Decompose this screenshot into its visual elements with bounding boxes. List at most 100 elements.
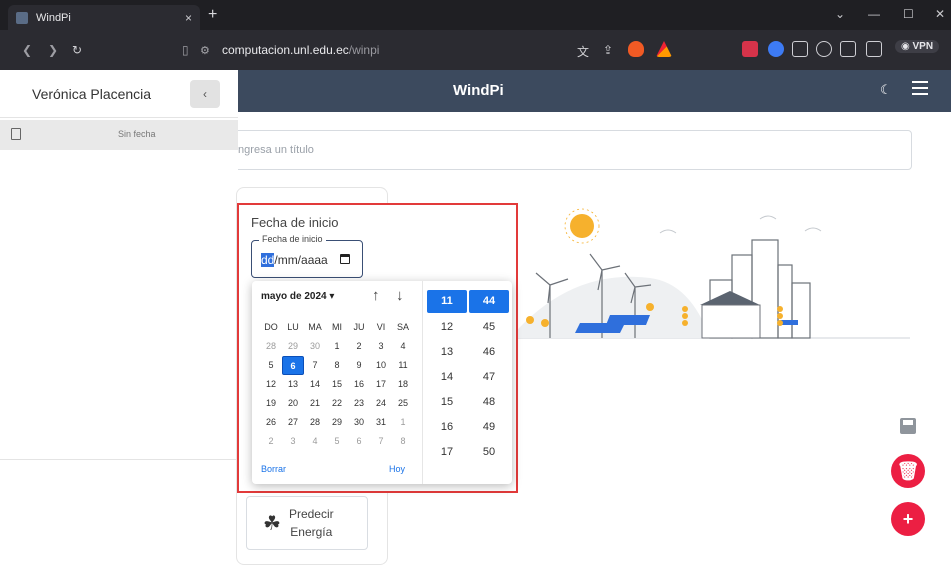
calendar-day[interactable]: 15	[326, 375, 348, 394]
calendar-day[interactable]: 23	[348, 394, 370, 413]
tab-title: WindPi	[36, 11, 71, 24]
calendar-day[interactable]: 4	[304, 432, 326, 451]
calendar-day[interactable]: 29	[326, 413, 348, 432]
calendar-day[interactable]: 2	[348, 337, 370, 356]
sidebar-note-item[interactable]: Sin fecha	[0, 120, 238, 150]
calendar-day[interactable]: 28	[260, 337, 282, 356]
calendar-day[interactable]: 31	[370, 413, 392, 432]
theme-toggle-icon[interactable]: ☾	[880, 82, 892, 98]
next-month-icon[interactable]: ↓	[396, 287, 404, 304]
hour-option[interactable]: 11	[427, 290, 467, 313]
hour-option[interactable]: 17	[427, 440, 467, 465]
calendar-day[interactable]: 2	[260, 432, 282, 451]
calendar-day[interactable]: 29	[282, 337, 304, 356]
minimize-icon[interactable]: —	[868, 7, 880, 21]
tab-list-icon[interactable]: ⌄	[835, 7, 845, 21]
brave-shield-icon[interactable]	[628, 41, 644, 57]
browser-tab[interactable]: WindPi ×	[8, 5, 200, 30]
calendar-day[interactable]: 1	[326, 337, 348, 356]
calendar-day[interactable]: 9	[348, 356, 370, 375]
new-tab-icon[interactable]: +	[208, 6, 217, 24]
extension-m-icon[interactable]	[742, 41, 758, 57]
minute-option[interactable]: 46	[469, 340, 509, 365]
collapse-sidebar-button[interactable]: ‹	[190, 80, 220, 108]
hour-option[interactable]: 14	[427, 365, 467, 390]
calendar-day[interactable]: 30	[304, 337, 326, 356]
date-day-segment[interactable]: dd	[261, 253, 275, 267]
minute-option[interactable]: 44	[469, 290, 509, 313]
hour-option[interactable]: 13	[427, 340, 467, 365]
calendar-day[interactable]: 19	[260, 394, 282, 413]
calendar-day[interactable]: 17	[370, 375, 392, 394]
hour-option[interactable]: 12	[427, 315, 467, 340]
delete-button[interactable]: 🗑	[891, 454, 925, 488]
title-input[interactable]: Ingresa un título	[220, 130, 912, 170]
minute-option[interactable]: 48	[469, 390, 509, 415]
minute-option[interactable]: 50	[469, 440, 509, 465]
calendar-day[interactable]: 11	[392, 356, 414, 375]
calendar-day[interactable]: 8	[392, 432, 414, 451]
vpn-button[interactable]: ◉ VPN	[895, 40, 940, 53]
extension-square-icon[interactable]	[792, 41, 808, 57]
calendar-day[interactable]: 21	[304, 394, 326, 413]
calendar-day[interactable]: 22	[326, 394, 348, 413]
forward-icon[interactable]: ❯	[48, 43, 58, 57]
calendar-day[interactable]: 5	[326, 432, 348, 451]
calendar-day[interactable]: 20	[282, 394, 304, 413]
clear-button[interactable]: Borrar	[261, 464, 286, 474]
calendar-day[interactable]: 12	[260, 375, 282, 394]
month-select[interactable]: mayo de 2024 ▾	[261, 291, 334, 302]
calendar-day[interactable]: 30	[348, 413, 370, 432]
calendar-icon[interactable]	[340, 254, 350, 264]
calendar-day[interactable]: 28	[304, 413, 326, 432]
calendar-day[interactable]: 3	[282, 432, 304, 451]
calendar-day[interactable]: 18	[392, 375, 414, 394]
reload-icon[interactable]: ↻	[72, 43, 82, 57]
wallet-icon[interactable]	[866, 41, 882, 57]
minute-option[interactable]: 45	[469, 315, 509, 340]
maximize-icon[interactable]: ☐	[903, 7, 914, 21]
calendar-day[interactable]: 6	[348, 432, 370, 451]
hour-option[interactable]: 16	[427, 415, 467, 440]
bookmark-page-icon[interactable]: ▯	[182, 43, 189, 57]
back-icon[interactable]: ❮	[22, 43, 32, 57]
add-button[interactable]: +	[891, 502, 925, 536]
share-icon[interactable]: ⇪	[603, 43, 613, 57]
extensions-puzzle-icon[interactable]	[816, 41, 832, 57]
calendar-day[interactable]: 1	[392, 413, 414, 432]
site-settings-icon[interactable]: ⚙	[200, 44, 214, 57]
date-rest-segment[interactable]: /mm/aaaa	[274, 253, 327, 267]
calendar-panel: mayo de 2024 ▾ ↑ ↓ DO LU MA MI JU VI SA 28 29 30 1…	[252, 281, 422, 484]
calendar-day[interactable]: 5	[260, 356, 282, 375]
save-icon[interactable]	[900, 418, 916, 434]
calendar-day[interactable]: 26	[260, 413, 282, 432]
previous-month-icon[interactable]: ↑	[372, 287, 380, 304]
start-date-input[interactable]: Fecha de inicio dd/mm/aaaa	[251, 234, 363, 278]
extension-g-icon[interactable]	[768, 41, 784, 57]
calendar-day[interactable]: 14	[304, 375, 326, 394]
calendar-day[interactable]: 16	[348, 375, 370, 394]
calendar-day[interactable]: 25	[392, 394, 414, 413]
calendar-day[interactable]: 24	[370, 394, 392, 413]
minute-option[interactable]: 49	[469, 415, 509, 440]
hour-option[interactable]: 15	[427, 390, 467, 415]
sidebar-toggle-icon[interactable]	[840, 41, 856, 57]
minute-option[interactable]: 47	[469, 365, 509, 390]
translate-icon[interactable]: 文	[577, 43, 589, 60]
predict-energy-button[interactable]: ☘ Predecir Energía	[246, 496, 368, 550]
calendar-day[interactable]: 7	[304, 356, 326, 375]
close-tab-icon[interactable]: ×	[185, 11, 192, 25]
window-close-icon[interactable]: ✕	[935, 7, 945, 21]
calendar-day[interactable]: 7	[370, 432, 392, 451]
calendar-week-row: 5 6 7 8 9 10 11	[260, 356, 414, 375]
calendar-day[interactable]: 6	[282, 356, 304, 375]
today-button[interactable]: Hoy	[389, 464, 405, 474]
calendar-day[interactable]: 27	[282, 413, 304, 432]
calendar-day[interactable]: 13	[282, 375, 304, 394]
calendar-day[interactable]: 10	[370, 356, 392, 375]
calendar-day[interactable]: 4	[392, 337, 414, 356]
calendar-day[interactable]: 3	[370, 337, 392, 356]
hamburger-menu-icon[interactable]	[912, 81, 928, 95]
calendar-day[interactable]: 8	[326, 356, 348, 375]
app-title: WindPi	[453, 82, 504, 99]
